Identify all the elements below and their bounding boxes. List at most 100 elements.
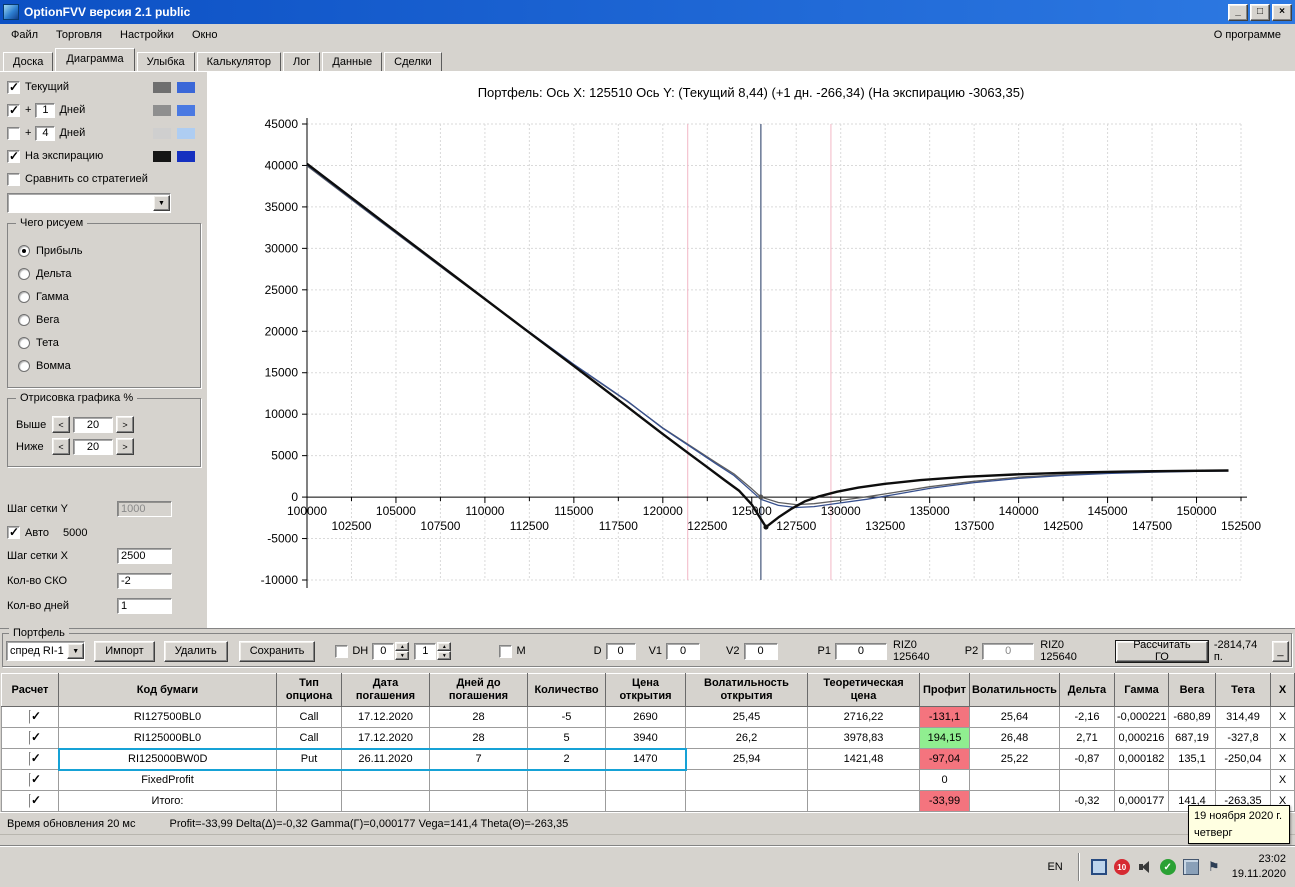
cell[interactable] <box>276 790 342 812</box>
spin-down-icon[interactable]: ▼ <box>437 651 452 660</box>
cell[interactable]: -0,000221 <box>1114 706 1169 728</box>
tray-check-icon[interactable]: ✓ <box>1159 859 1176 875</box>
cell[interactable] <box>429 790 528 812</box>
cell[interactable]: 25,45 <box>685 706 808 728</box>
delete-cell[interactable]: X <box>1270 769 1295 791</box>
grid-x-input[interactable] <box>117 548 172 564</box>
cell[interactable]: 28 <box>429 727 528 749</box>
cell[interactable] <box>807 790 920 812</box>
cell[interactable]: Call <box>276 706 342 728</box>
draw-option-4[interactable]: Тета <box>18 335 190 351</box>
cell[interactable]: -5 <box>527 706 606 728</box>
row-delete-button[interactable]: X <box>1273 774 1292 786</box>
row-calc-checkbox[interactable] <box>29 773 31 787</box>
cell[interactable]: 1421,48 <box>807 748 920 770</box>
close-button[interactable]: × <box>1272 3 1292 21</box>
cell[interactable]: -0,87 <box>1059 748 1115 770</box>
auto-checkbox[interactable] <box>7 525 20 539</box>
current-checkbox[interactable] <box>7 80 20 94</box>
cell[interactable]: Итого: <box>58 790 277 812</box>
tab-4[interactable]: Лог <box>283 52 321 72</box>
cell[interactable] <box>276 769 342 791</box>
menu-item-3[interactable]: Окно <box>183 26 227 44</box>
radio-icon[interactable] <box>18 245 30 257</box>
cell[interactable] <box>1114 769 1169 791</box>
render-above-input[interactable] <box>73 416 113 433</box>
cell[interactable]: -33,99 <box>919 790 970 812</box>
draw-option-1[interactable]: Дельта <box>18 266 190 282</box>
tab-5[interactable]: Данные <box>322 52 383 72</box>
cell[interactable]: 687,19 <box>1168 727 1216 749</box>
cell[interactable] <box>429 769 528 791</box>
strategy-select[interactable]: ▼ <box>7 193 171 213</box>
days-input[interactable] <box>117 598 172 614</box>
expiration-checkbox[interactable] <box>7 149 20 163</box>
cell[interactable]: 2,71 <box>1059 727 1115 749</box>
app-icon[interactable] <box>3 4 19 20</box>
cell[interactable] <box>1215 769 1271 791</box>
cell[interactable]: 17.12.2020 <box>341 727 430 749</box>
cell[interactable]: FixedProfit <box>58 769 277 791</box>
cell[interactable]: 3978,83 <box>807 727 920 749</box>
draw-option-2[interactable]: Гамма <box>18 289 190 305</box>
tray-update-badge-icon[interactable]: 10 <box>1113 859 1130 875</box>
chevron-down-icon[interactable]: ▼ <box>153 195 170 211</box>
v1-input[interactable] <box>666 642 701 660</box>
import-button[interactable]: Импорт <box>94 640 155 662</box>
cell[interactable] <box>807 769 920 791</box>
portfolio-preset-select[interactable]: спред RI-1 ▼ <box>6 641 86 661</box>
spin-up-icon[interactable]: ▲ <box>395 642 410 651</box>
cell[interactable]: 26,2 <box>685 727 808 749</box>
cell[interactable] <box>1168 769 1216 791</box>
cell[interactable]: 3940 <box>605 727 686 749</box>
row-delete-button[interactable]: X <box>1273 711 1292 723</box>
delete-button[interactable]: Удалить <box>163 640 228 662</box>
cell[interactable]: 7 <box>429 747 528 771</box>
cell[interactable]: 26,48 <box>969 727 1060 749</box>
expiration-color2-swatch[interactable] <box>177 150 195 162</box>
tab-3[interactable]: Калькулятор <box>196 52 282 72</box>
dh-spinner-2[interactable] <box>414 642 437 660</box>
plus4-color2-swatch[interactable] <box>177 127 195 139</box>
plus4-checkbox[interactable] <box>7 126 20 140</box>
current-color1-swatch[interactable] <box>153 81 171 93</box>
radio-icon[interactable] <box>18 268 30 280</box>
cell[interactable] <box>969 790 1060 812</box>
p2-input[interactable] <box>982 642 1035 660</box>
draw-option-3[interactable]: Вега <box>18 312 190 328</box>
menu-item-2[interactable]: Настройки <box>111 26 183 44</box>
cell[interactable]: -0,32 <box>1059 790 1115 812</box>
cell[interactable]: 2690 <box>605 706 686 728</box>
delete-cell[interactable]: X <box>1270 748 1295 770</box>
plus4-color1-swatch[interactable] <box>153 127 171 139</box>
increase-below-button[interactable]: > <box>116 438 134 455</box>
d-input[interactable] <box>605 642 636 660</box>
cell[interactable]: 25,94 <box>685 748 808 770</box>
cell[interactable]: 2 <box>527 747 606 771</box>
tray-speaker-icon[interactable] <box>1137 859 1153 875</box>
plus1-color2-swatch[interactable] <box>177 104 195 116</box>
tab-2[interactable]: Улыбка <box>136 52 195 72</box>
cell[interactable]: RI125000BL0 <box>58 727 277 749</box>
row-calc-checkbox[interactable] <box>29 731 31 745</box>
cell[interactable]: -680,89 <box>1168 706 1216 728</box>
decrease-above-button[interactable]: < <box>52 416 70 433</box>
increase-above-button[interactable]: > <box>116 416 134 433</box>
minimize-button[interactable]: _ <box>1228 3 1248 21</box>
cell[interactable]: 26.11.2020 <box>341 747 430 771</box>
render-below-input[interactable] <box>73 438 113 455</box>
v2-input[interactable] <box>743 642 778 660</box>
spin-down-icon[interactable]: ▼ <box>395 651 410 660</box>
radio-icon[interactable] <box>18 337 30 349</box>
corner-button[interactable]: _ <box>1271 640 1289 662</box>
tab-0[interactable]: Доска <box>3 52 54 72</box>
cell[interactable]: 0 <box>919 769 970 791</box>
m-checkbox[interactable] <box>499 644 513 658</box>
plus1-checkbox[interactable] <box>7 103 20 117</box>
cell[interactable] <box>1059 769 1115 791</box>
cell[interactable] <box>969 769 1060 791</box>
cell[interactable] <box>527 790 606 812</box>
cell[interactable] <box>527 769 606 791</box>
tray-app-icon[interactable] <box>1182 859 1199 875</box>
draw-option-5[interactable]: Вомма <box>18 358 190 374</box>
